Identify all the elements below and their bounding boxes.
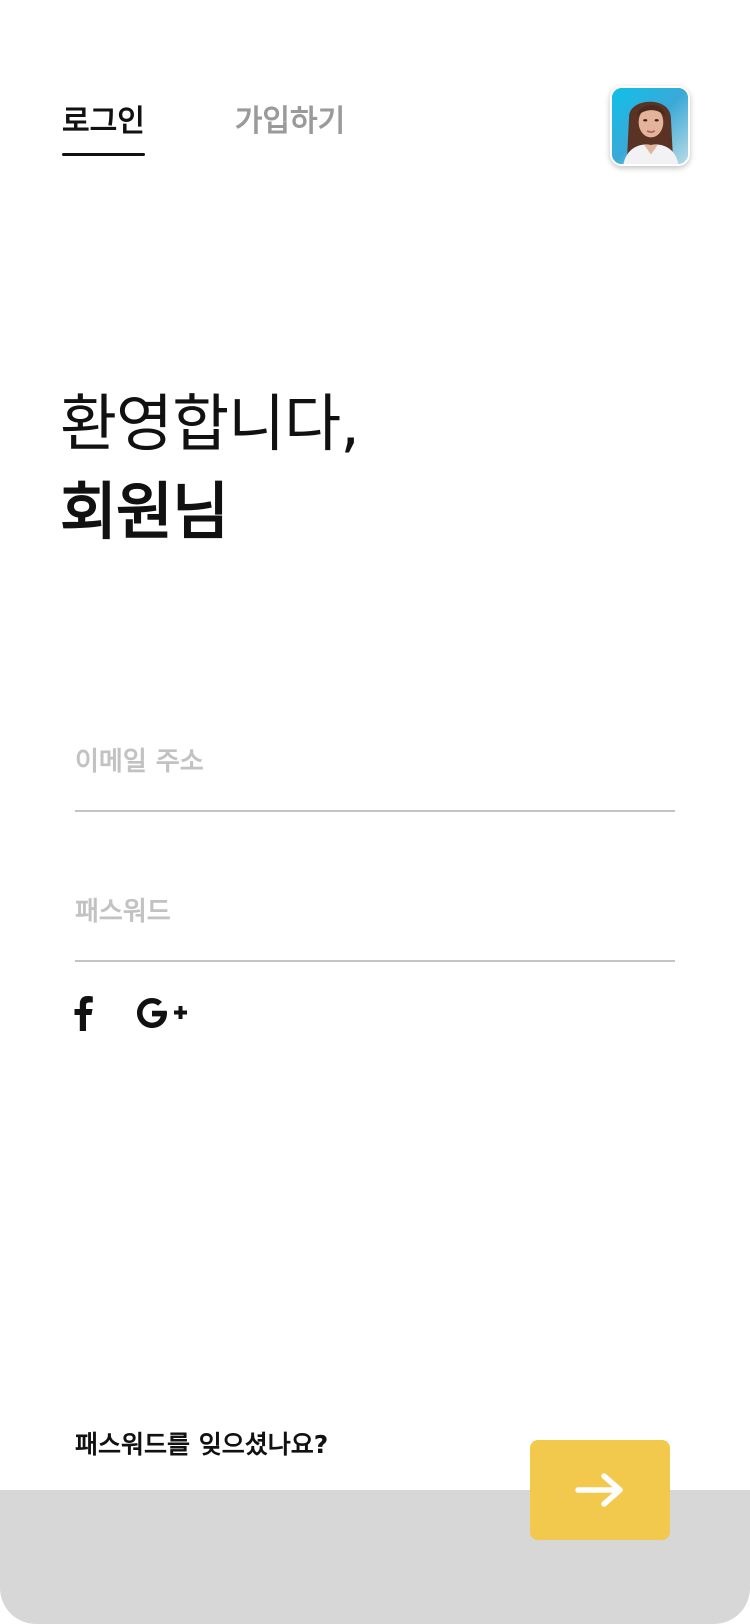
user-photo-icon bbox=[612, 88, 688, 164]
submit-button[interactable] bbox=[530, 1440, 670, 1540]
avatar[interactable] bbox=[610, 86, 690, 166]
tab-login[interactable]: 로그인 bbox=[62, 98, 145, 156]
password-field-wrapper bbox=[75, 882, 675, 962]
greeting: 환영합니다, 회원님 bbox=[60, 380, 360, 556]
password-field[interactable] bbox=[75, 882, 675, 942]
google-login-button[interactable] bbox=[134, 995, 188, 1031]
social-login bbox=[70, 995, 188, 1031]
tab-signup[interactable]: 가입하기 bbox=[235, 98, 345, 152]
facebook-login-button[interactable] bbox=[70, 995, 96, 1031]
forgot-password-link[interactable]: 패스워드를 잊으셨나요? bbox=[75, 1425, 328, 1465]
arrow-right-icon bbox=[575, 1473, 623, 1507]
google-plus-icon bbox=[137, 998, 187, 1028]
facebook-icon bbox=[74, 996, 93, 1031]
greeting-welcome: 환영합니다, bbox=[60, 387, 360, 460]
login-screen: 로그인 가입하기 환영합니다, 회원님 이메일 주소 패스워드를 잊으셨나요? bbox=[0, 0, 750, 1624]
email-field-wrapper bbox=[75, 732, 675, 812]
email-field[interactable] bbox=[75, 732, 675, 792]
greeting-member: 회원님 bbox=[60, 475, 229, 548]
auth-tabs: 로그인 가입하기 bbox=[62, 98, 345, 156]
